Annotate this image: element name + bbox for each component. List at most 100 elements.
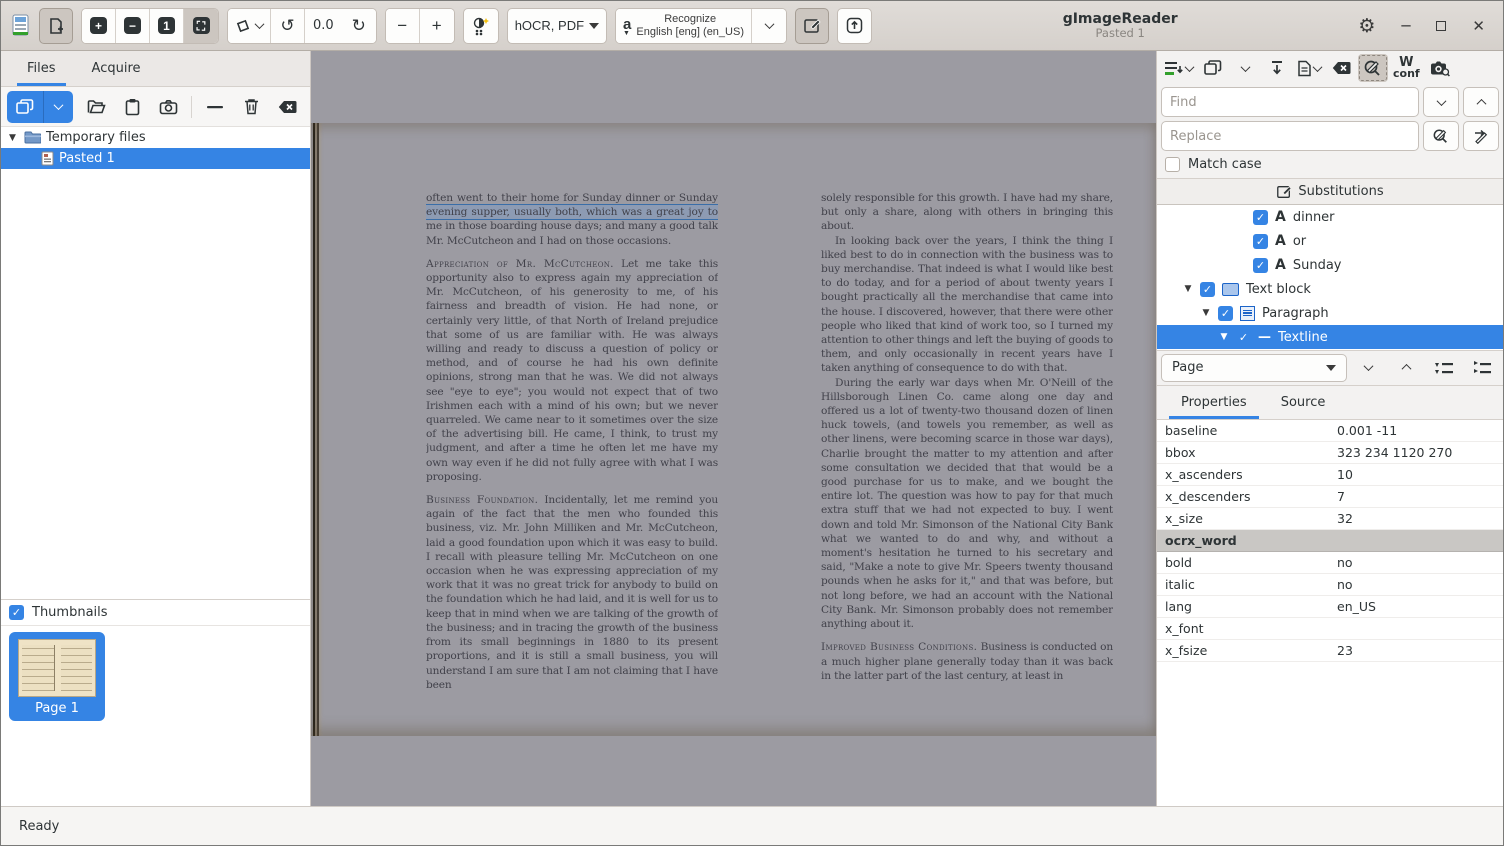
expander-icon[interactable]: ▼ — [1219, 332, 1229, 342]
output-format-label: hOCR, PDF — [515, 18, 584, 33]
image-controls-button[interactable] — [463, 8, 499, 44]
thumbnails-checkbox[interactable]: ✓ — [9, 605, 24, 620]
word-row[interactable]: ✓Adinner — [1157, 205, 1503, 229]
decrement-button[interactable]: − — [386, 9, 420, 43]
navigate-next-button[interactable] — [1351, 354, 1385, 382]
add-page-button[interactable] — [39, 8, 73, 44]
collapse-all-button[interactable] — [1465, 354, 1499, 382]
find-replace-toggle-button[interactable] — [1358, 54, 1388, 82]
delete-source-button[interactable] — [238, 94, 264, 120]
tree-folder-row[interactable]: ▼ Temporary files — [1, 127, 310, 148]
substitutions-label: Substitutions — [1298, 184, 1383, 199]
property-row[interactable]: x_descenders7 — [1157, 486, 1503, 508]
clear-output-button[interactable] — [1326, 54, 1356, 82]
save-output-button[interactable] — [1294, 54, 1324, 82]
thumbnail-page-1[interactable]: Page 1 — [9, 632, 105, 721]
page-selector[interactable]: Page — [1161, 354, 1347, 382]
clear-icon — [1332, 61, 1351, 75]
property-row[interactable]: italicno — [1157, 574, 1503, 596]
text-block-row[interactable]: ▼✓Text block — [1157, 277, 1503, 301]
rotate-mode-button[interactable] — [228, 9, 271, 43]
toggle-output-pane-button[interactable] — [795, 8, 829, 44]
expander-icon[interactable]: ▼ — [9, 133, 19, 143]
rotate-left-icon: ↺ — [280, 16, 294, 36]
property-row[interactable]: x_fsize23 — [1157, 640, 1503, 662]
image-canvas[interactable]: often went to their home for Sunday dinn… — [311, 51, 1156, 806]
sources-toolbar — [1, 87, 310, 127]
replace-input[interactable] — [1161, 121, 1419, 151]
open-output-menu-button[interactable] — [1230, 54, 1260, 82]
replace-all-button[interactable] — [1463, 121, 1499, 151]
add-images-button[interactable] — [7, 91, 43, 123]
expander-icon[interactable]: ▼ — [1183, 284, 1193, 294]
app-title: gImageReader — [890, 11, 1350, 27]
screenshot-button[interactable] — [155, 94, 181, 120]
edit-pane-icon — [803, 17, 821, 35]
rotate-left-button[interactable]: ↺ — [271, 9, 305, 43]
tree-file-row[interactable]: Pasted 1 — [1, 148, 310, 169]
preview-button[interactable] — [1425, 54, 1455, 82]
tab-files[interactable]: Files — [13, 51, 70, 86]
increment-button[interactable]: + — [420, 9, 454, 43]
add-images-menu-button[interactable] — [43, 91, 73, 123]
add-images-split-button[interactable] — [7, 91, 73, 123]
property-row[interactable]: langen_US — [1157, 596, 1503, 618]
plus-icon: + — [90, 17, 107, 34]
property-row[interactable]: x_font — [1157, 618, 1503, 640]
recognize-language: English [eng] (en_US) — [636, 26, 744, 39]
hocr-word-tree: ✓Adinner ✓Aor ✓ASunday ▼✓Text block ▼✓Pa… — [1157, 205, 1503, 350]
tab-source[interactable]: Source — [1267, 386, 1340, 419]
one-to-one-icon: 1 — [158, 17, 175, 34]
open-folder-button[interactable] — [83, 94, 109, 120]
tab-properties[interactable]: Properties — [1167, 386, 1261, 419]
word-row[interactable]: ✓Aor — [1157, 229, 1503, 253]
maximize-button[interactable] — [1436, 21, 1446, 31]
find-replace-icon — [1363, 59, 1383, 77]
toolbar-separator — [191, 96, 192, 118]
zoom-out-button[interactable]: − — [116, 9, 150, 43]
word-confidence-button[interactable]: Wconf — [1390, 54, 1423, 82]
document-subtitle: Pasted 1 — [890, 27, 1350, 40]
import-button[interactable] — [1262, 54, 1292, 82]
zoom-in-button[interactable]: + — [82, 9, 116, 43]
paragraph-row[interactable]: ▼✓Paragraph — [1157, 301, 1503, 325]
open-output-button[interactable] — [1198, 54, 1228, 82]
recognize-button[interactable]: a▼ Recognize English [eng] (en_US) — [616, 9, 752, 43]
word-row[interactable]: ✓ASunday — [1157, 253, 1503, 277]
minus-icon: − — [397, 16, 407, 36]
close-button[interactable]: ✕ — [1472, 17, 1485, 35]
scanned-book-image[interactable]: often went to their home for Sunday dinn… — [311, 123, 1156, 736]
tab-acquire[interactable]: Acquire — [78, 51, 155, 86]
export-button[interactable] — [837, 8, 872, 44]
property-row[interactable]: boldno — [1157, 552, 1503, 574]
rotate-right-button[interactable]: ↻ — [342, 9, 376, 43]
section-body: Let me take this opportunity also to exp… — [426, 258, 718, 483]
zoom-fit-button[interactable]: ⛶ — [184, 9, 218, 43]
property-row[interactable]: bbox323 234 1120 270 — [1157, 442, 1503, 464]
text-line: often went to their home for Sunday dinn… — [426, 191, 718, 205]
navigate-previous-button[interactable] — [1389, 354, 1423, 382]
replace-button[interactable] — [1423, 121, 1459, 151]
find-previous-button[interactable] — [1463, 87, 1499, 117]
output-format-button[interactable]: hOCR, PDF — [507, 8, 607, 44]
find-next-button[interactable] — [1423, 87, 1459, 117]
clear-sources-button[interactable] — [274, 94, 300, 120]
expander-icon[interactable]: ▼ — [1201, 308, 1211, 318]
textline-row[interactable]: ▼✓—Textline — [1157, 325, 1503, 349]
property-row[interactable]: baseline0.001 -11 — [1157, 420, 1503, 442]
expand-all-button[interactable] — [1427, 354, 1461, 382]
find-input[interactable] — [1161, 87, 1419, 117]
recognize-menu-button[interactable] — [752, 9, 786, 43]
selected-text-line[interactable]: evening supper, usually both, which was … — [426, 205, 718, 219]
insert-mode-button[interactable] — [1161, 54, 1196, 82]
rotation-value[interactable]: 0.0 — [305, 9, 342, 43]
remove-source-button[interactable] — [202, 94, 228, 120]
settings-button[interactable]: ⚙ — [1358, 15, 1375, 37]
substitutions-button[interactable]: Substitutions — [1157, 178, 1503, 205]
minimize-button[interactable]: ─ — [1401, 17, 1410, 35]
property-row[interactable]: x_size32 — [1157, 508, 1503, 530]
property-row[interactable]: x_ascenders10 — [1157, 464, 1503, 486]
paste-button[interactable] — [119, 94, 145, 120]
match-case-checkbox[interactable] — [1165, 157, 1180, 172]
zoom-original-button[interactable]: 1 — [150, 9, 184, 43]
